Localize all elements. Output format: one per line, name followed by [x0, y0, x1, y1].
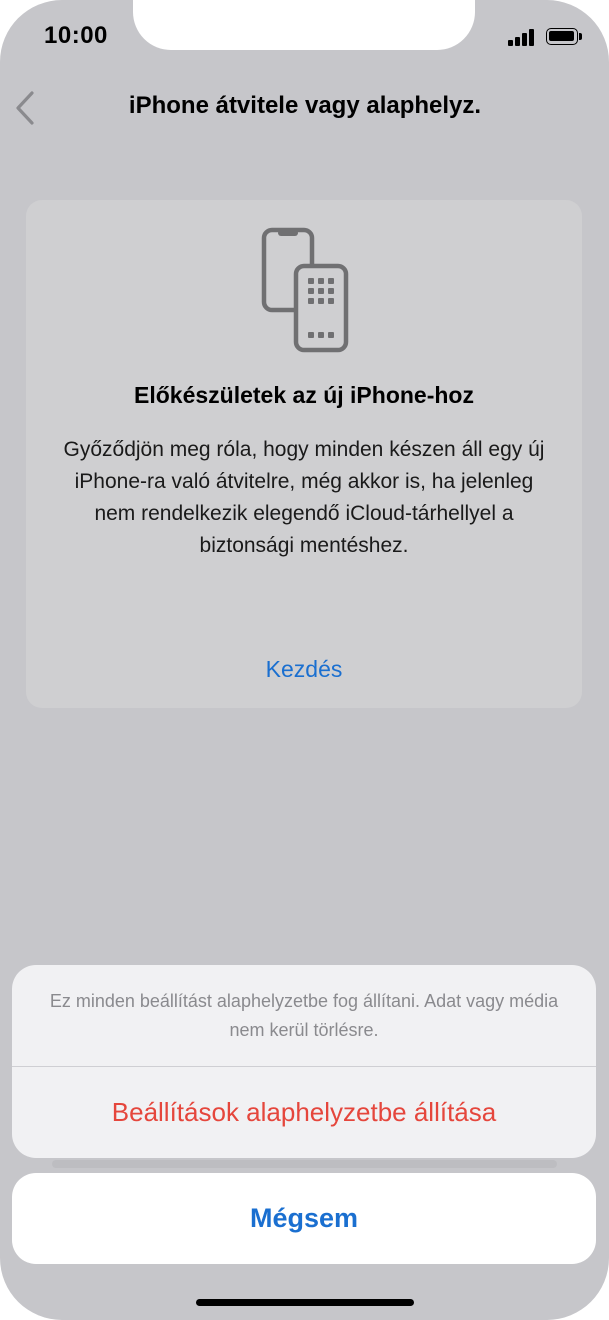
- reset-settings-button[interactable]: Beállítások alaphelyzetbe állítása: [12, 1067, 596, 1158]
- chevron-left-icon: [16, 91, 34, 125]
- card-description: Győződjön meg róla, hogy minden készen á…: [63, 438, 545, 557]
- card-title: Előkészületek az új iPhone-hoz: [134, 382, 474, 408]
- sheet-underlay: [52, 1160, 557, 1168]
- battery-icon: [546, 28, 582, 45]
- home-indicator[interactable]: [196, 1299, 414, 1306]
- action-sheet-message: Ez minden beállítást alaphelyzetbe fog á…: [49, 991, 559, 1040]
- notch: [133, 0, 475, 50]
- cellular-signal-icon: [508, 28, 538, 46]
- get-started-link[interactable]: Kezdés: [26, 656, 582, 683]
- prepare-new-iphone-card: Előkészületek az új iPhone-hoz Győződjön…: [26, 200, 582, 708]
- page-title: iPhone átvitele vagy alaphelyz.: [128, 92, 482, 119]
- two-phones-transfer-icon: [261, 227, 349, 353]
- cancel-button[interactable]: Mégsem: [12, 1173, 596, 1264]
- action-sheet: Ez minden beállítást alaphelyzetbe fog á…: [12, 965, 596, 1158]
- back-button[interactable]: [12, 88, 44, 128]
- phone-screen: 10:00 iPhone átvitele vagy alaphelyz. El…: [0, 0, 609, 1320]
- status-time: 10:00: [44, 22, 108, 49]
